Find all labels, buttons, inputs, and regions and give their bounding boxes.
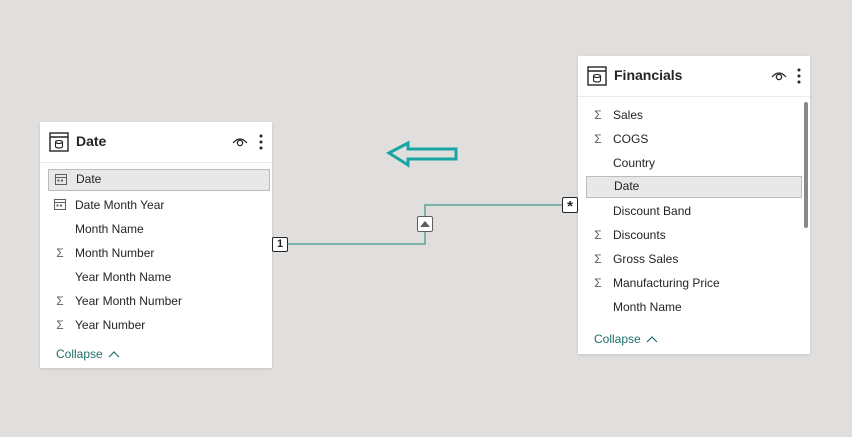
date-table-title: Date bbox=[76, 133, 107, 149]
sigma-icon: Σ bbox=[56, 318, 64, 332]
collapse-label: Collapse bbox=[56, 347, 103, 361]
financials-table-header[interactable]: Financials bbox=[578, 56, 810, 97]
field-label: Year Month Name bbox=[75, 270, 172, 284]
financials-table-title: Financials bbox=[614, 67, 683, 83]
table-icon bbox=[49, 132, 69, 152]
field-country[interactable]: Country bbox=[586, 152, 802, 174]
field-discounts[interactable]: Σ Discounts bbox=[586, 224, 802, 246]
field-label: Date bbox=[614, 179, 640, 193]
sigma-icon: Σ bbox=[594, 108, 602, 122]
field-label: Discounts bbox=[613, 228, 666, 242]
field-label: Country bbox=[613, 156, 656, 170]
field-month-name[interactable]: Month Name bbox=[586, 296, 802, 318]
field-year-month-name[interactable]: Year Month Name bbox=[48, 266, 270, 288]
calendar-icon bbox=[54, 194, 66, 216]
field-cogs[interactable]: Σ COGS bbox=[586, 128, 802, 150]
field-date-month-year[interactable]: Date Month Year bbox=[48, 194, 270, 216]
financials-scrollbar[interactable] bbox=[804, 102, 808, 228]
field-year-month-number[interactable]: Σ Year Month Number bbox=[48, 290, 270, 312]
chevron-up-icon bbox=[108, 351, 120, 358]
field-label: Month Name bbox=[613, 300, 682, 314]
cardinality-one-marker[interactable]: 1 bbox=[272, 237, 288, 252]
sigma-icon: Σ bbox=[594, 132, 602, 146]
sigma-icon: Σ bbox=[56, 246, 64, 260]
sigma-icon: Σ bbox=[56, 294, 64, 308]
field-label: Year Number bbox=[75, 318, 146, 332]
field-label: COGS bbox=[613, 132, 649, 146]
field-label: Sales bbox=[613, 108, 644, 122]
field-label: Date Month Year bbox=[75, 198, 165, 212]
field-label: Gross Sales bbox=[613, 252, 679, 266]
sigma-icon: Σ bbox=[594, 252, 602, 266]
field-year-number[interactable]: Σ Year Number bbox=[48, 314, 270, 336]
collapse-button[interactable]: Collapse bbox=[594, 332, 658, 346]
field-gross-sales[interactable]: Σ Gross Sales bbox=[586, 248, 802, 270]
collapse-button[interactable]: Collapse bbox=[56, 347, 120, 361]
triangle-up-icon bbox=[420, 221, 430, 227]
field-date[interactable]: Date bbox=[586, 176, 802, 198]
sigma-icon: Σ bbox=[594, 228, 602, 242]
table-icon bbox=[587, 66, 607, 86]
eye-icon[interactable] bbox=[771, 69, 787, 83]
date-table-card[interactable]: Date Date Date Month Year Month Name Σ M… bbox=[40, 122, 272, 368]
field-label: Date bbox=[76, 172, 102, 186]
date-table-header[interactable]: Date bbox=[40, 122, 272, 163]
field-label: Manufacturing Price bbox=[613, 276, 720, 290]
more-options-icon[interactable] bbox=[796, 68, 802, 84]
field-discount-band[interactable]: Discount Band bbox=[586, 200, 802, 222]
cross-filter-direction-button[interactable] bbox=[417, 216, 433, 232]
chevron-up-icon bbox=[646, 336, 658, 343]
more-options-icon[interactable] bbox=[258, 134, 264, 150]
field-date[interactable]: Date bbox=[48, 169, 270, 191]
field-month-name[interactable]: Month Name bbox=[48, 218, 270, 240]
field-month-number[interactable]: Σ Month Number bbox=[48, 242, 270, 264]
cardinality-many-marker[interactable]: * bbox=[562, 197, 578, 215]
field-label: Year Month Number bbox=[75, 294, 182, 308]
field-label: Month Number bbox=[75, 246, 155, 260]
sigma-icon: Σ bbox=[594, 276, 602, 290]
calendar-icon bbox=[55, 169, 67, 191]
annotation-arrow-icon bbox=[386, 140, 458, 168]
financials-table-card[interactable]: Financials Σ Sales Σ COGS Country Date D… bbox=[578, 56, 810, 354]
field-manufacturing-price[interactable]: Σ Manufacturing Price bbox=[586, 272, 802, 294]
eye-icon[interactable] bbox=[232, 135, 248, 149]
field-label: Month Name bbox=[75, 222, 144, 236]
field-label: Discount Band bbox=[613, 204, 692, 218]
field-sales[interactable]: Σ Sales bbox=[586, 104, 802, 126]
collapse-label: Collapse bbox=[594, 332, 641, 346]
